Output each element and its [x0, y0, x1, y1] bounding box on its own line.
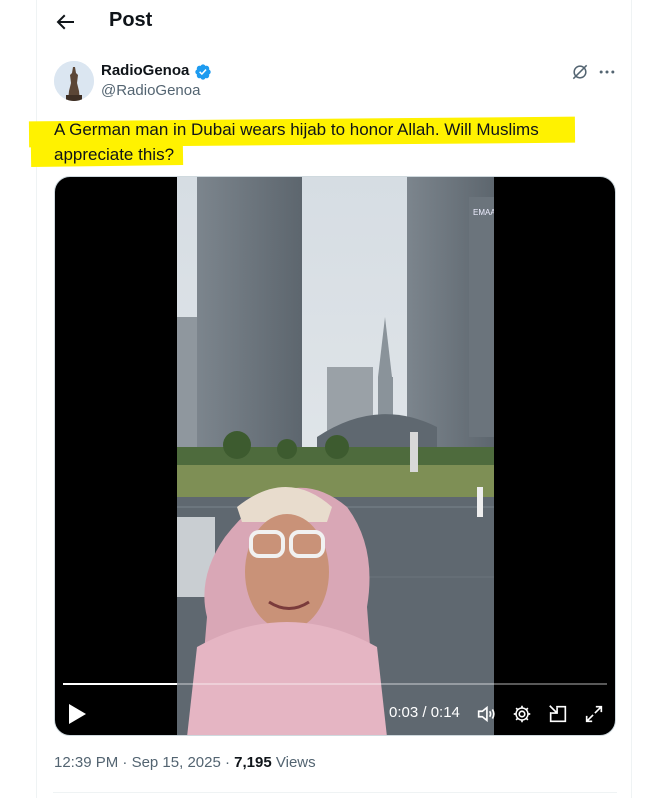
video-controls: 0:03 / 0:14 [55, 675, 615, 735]
volume-icon[interactable] [475, 703, 497, 725]
post-text-line: A German man in Dubai wears hijab to hon… [54, 120, 539, 139]
video-time: 0:03 / 0:14 [389, 704, 460, 721]
post-text-line: appreciate this? [54, 145, 175, 164]
video-progress-bar[interactable] [63, 683, 607, 685]
page-title: Post [109, 9, 153, 31]
building-sign: EMAA [473, 208, 494, 217]
post-text: A German man in Dubai wears hijab to hon… [54, 117, 594, 167]
divider [53, 792, 617, 793]
fullscreen-icon[interactable] [583, 703, 605, 725]
statue-icon [54, 61, 94, 101]
post-column: Post RadioGenoa @RadioGenoa A German man… [28, 0, 633, 798]
views-label: Views [275, 754, 316, 771]
avatar[interactable] [54, 61, 94, 101]
meta-separator: · [118, 754, 132, 771]
author-handle[interactable]: @RadioGenoa [101, 82, 200, 99]
video-frame: EMAA [177, 177, 494, 735]
grok-icon[interactable] [570, 62, 590, 82]
post-date[interactable]: Sep 15, 2025 [132, 754, 221, 771]
verified-badge-icon[interactable] [194, 63, 212, 81]
video-progress-fill [63, 683, 178, 685]
play-icon[interactable] [67, 703, 87, 725]
settings-gear-icon[interactable] [511, 703, 533, 725]
back-arrow-icon[interactable] [53, 10, 77, 34]
more-options-icon[interactable] [597, 62, 617, 82]
post-meta: 12:39 PM · Sep 15, 2025 · 7,195 Views [54, 754, 316, 771]
picture-in-picture-icon[interactable] [547, 703, 569, 725]
views-count: 7,195 [234, 754, 272, 771]
author-name[interactable]: RadioGenoa [101, 62, 189, 79]
video-player[interactable]: EMAA 0:03 / 0:14 [54, 176, 616, 736]
post-time[interactable]: 12:39 PM [54, 754, 118, 771]
meta-separator: · [220, 754, 235, 771]
post-header: Post [37, 0, 633, 44]
